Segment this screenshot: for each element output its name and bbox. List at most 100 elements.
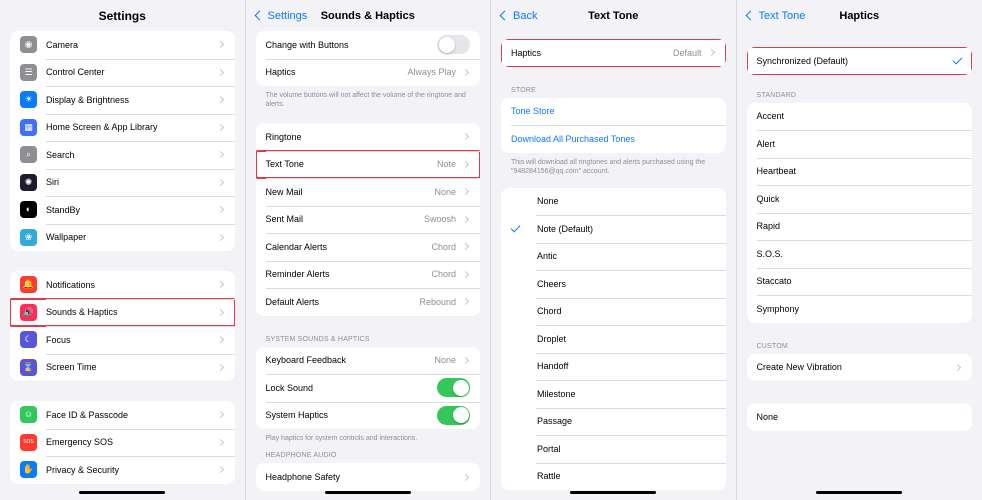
create-new-vibration-row[interactable]: Create New Vibration [747, 354, 973, 382]
search-icon: ⌕ [20, 146, 37, 164]
flower-icon: ❀ [20, 228, 37, 246]
settings-item-label: Sounds & Haptics [46, 307, 118, 318]
icon-glyph: ✺ [24, 176, 33, 187]
tone-option-handoff[interactable]: Handoff [501, 352, 726, 381]
page-title: Haptics [839, 9, 880, 22]
tone-option-rattle[interactable]: Rattle [501, 462, 726, 491]
back-button[interactable]: Settings [252, 0, 307, 31]
icon-glyph: ▦ [24, 121, 33, 132]
tone-option-antic[interactable]: Antic [501, 242, 726, 271]
haptic-option-quick[interactable]: Quick [747, 185, 973, 213]
sounds-group-system: Keyboard Feedback None Lock Sound System… [255, 346, 481, 430]
chevron-right-icon [461, 188, 470, 196]
system-haptics-footnote: Play haptics for system controls and int… [265, 435, 418, 443]
haptic-option-staccato[interactable]: Staccato [747, 267, 973, 296]
text-tone-panel: Back Text Tone Haptics Default STORE Ton… [491, 0, 737, 500]
synchronized-row[interactable]: Synchronized (Default) [746, 47, 972, 75]
haptics-row[interactable]: Haptics Default [501, 39, 726, 67]
settings-item-home-screen-app-library[interactable]: ▦ Home Screen & App Library [10, 113, 235, 142]
settings-item-standby[interactable]: ◐ StandBy [10, 196, 235, 224]
home-indicator [324, 491, 411, 494]
system-haptics-label: System Haptics [265, 410, 329, 421]
settings-item-screen-time[interactable]: ⌛ Screen Time [10, 353, 235, 382]
settings-item-face-id-passcode[interactable]: ☺ Face ID & Passcode [10, 401, 235, 429]
haptics-row[interactable]: Haptics Always Play [256, 58, 481, 87]
settings-item-label: Control Center [46, 67, 105, 78]
chevron-right-icon [461, 160, 470, 168]
haptic-option-heartbeat[interactable]: Heartbeat [747, 157, 973, 186]
tone-label: Default Alerts [265, 296, 320, 307]
back-label: Text Tone [758, 9, 806, 22]
settings-item-siri[interactable]: ✺ Siri [10, 168, 235, 197]
back-button[interactable]: Text Tone [743, 0, 806, 31]
tone-option-chord[interactable]: Chord [501, 297, 726, 326]
checkmark-icon [952, 54, 963, 65]
haptic-option-label: Heartbeat [756, 166, 797, 177]
none-row[interactable]: None [747, 403, 973, 431]
settings-item-display-brightness[interactable]: ☀ Display & Brightness [10, 86, 235, 114]
home-screen-icon: ▦ [20, 118, 37, 136]
settings-item-control-center[interactable]: ☰ Control Center [10, 58, 235, 87]
tone-option-milestone[interactable]: Milestone [501, 380, 726, 408]
chevron-right-icon [216, 41, 224, 49]
tone-row-new-mail[interactable]: New Mail None [256, 178, 481, 206]
chevron-right-icon [216, 336, 224, 344]
back-button[interactable]: Back [497, 0, 537, 31]
chevron-right-icon [216, 206, 224, 214]
settings-item-sounds-haptics[interactable]: 🔊 Sounds & Haptics [10, 297, 235, 327]
chevron-right-icon [216, 411, 224, 419]
haptic-option-s-o-s[interactable]: S.O.S. [747, 240, 973, 268]
tone-store-row[interactable]: Tone Store [501, 98, 726, 126]
settings-item-label: Notifications [46, 279, 96, 290]
download-all-link: Download All Purchased Tones [511, 133, 635, 144]
haptic-option-alert[interactable]: Alert [747, 130, 973, 158]
settings-item-privacy-security[interactable]: ✋ Privacy & Security [10, 456, 235, 484]
settings-item-focus[interactable]: ☾ Focus [10, 326, 235, 354]
haptic-option-label: Alert [756, 138, 776, 149]
headphone-safety-row[interactable]: Headphone Safety [256, 463, 481, 491]
tone-label: New Mail [265, 186, 303, 197]
system-haptics-toggle[interactable] [437, 405, 470, 425]
tone-value: None [434, 186, 456, 197]
tone-option-passage[interactable]: Passage [501, 407, 726, 436]
tone-label: Ringtone [265, 131, 302, 142]
chevron-right-icon [707, 49, 715, 57]
settings-item-notifications[interactable]: 🔔 Notifications [10, 271, 235, 299]
tone-option-none[interactable]: None [501, 188, 726, 216]
toggle-knob [438, 36, 455, 53]
chevron-right-icon [216, 363, 224, 371]
tone-row-text-tone[interactable]: Text Tone Note [255, 149, 480, 180]
siri-icon: ✺ [20, 173, 37, 191]
haptic-option-label: Rapid [756, 221, 781, 232]
change-with-buttons-label: Change with Buttons [265, 39, 349, 50]
tone-option-label: Portal [537, 443, 561, 454]
keyboard-feedback-row[interactable]: Keyboard Feedback None [256, 347, 481, 375]
settings-item-wallpaper[interactable]: ❀ Wallpaper [10, 223, 235, 252]
settings-item-camera[interactable]: ◉ Camera [10, 31, 235, 59]
change-with-buttons-toggle[interactable] [437, 35, 470, 55]
icon-glyph: SOS [23, 438, 34, 445]
tone-option-note-default[interactable]: Note (Default) [501, 215, 726, 243]
tone-row-reminder-alerts[interactable]: Reminder Alerts Chord [256, 260, 481, 289]
haptic-option-symphony[interactable]: Symphony [747, 295, 973, 323]
tone-row-ringtone[interactable]: Ringtone [256, 123, 481, 151]
tone-option-cheers[interactable]: Cheers [501, 270, 726, 298]
lock-sound-toggle[interactable] [437, 378, 470, 398]
tone-option-droplet[interactable]: Droplet [501, 325, 726, 353]
tone-option-label: Handoff [537, 361, 569, 372]
tone-row-sent-mail[interactable]: Sent Mail Swoosh [256, 205, 481, 234]
haptic-option-rapid[interactable]: Rapid [747, 212, 973, 241]
settings-item-emergency-sos[interactable]: SOS Emergency SOS [10, 428, 235, 457]
tone-option-portal[interactable]: Portal [501, 435, 726, 463]
tone-row-calendar-alerts[interactable]: Calendar Alerts Chord [256, 233, 481, 261]
haptic-option-accent[interactable]: Accent [747, 103, 973, 131]
synchronized-label: Synchronized (Default) [756, 55, 849, 66]
chevron-right-icon [216, 308, 224, 316]
system-haptics-row: System Haptics [256, 401, 481, 430]
download-all-row[interactable]: Download All Purchased Tones [501, 125, 726, 153]
chevron-right-icon [461, 68, 470, 76]
tone-row-default-alerts[interactable]: Default Alerts Rebound [256, 288, 481, 316]
settings-item-search[interactable]: ⌕ Search [10, 141, 235, 169]
tone-value: Swoosh [423, 214, 456, 225]
tone-store-link: Tone Store [511, 106, 555, 117]
